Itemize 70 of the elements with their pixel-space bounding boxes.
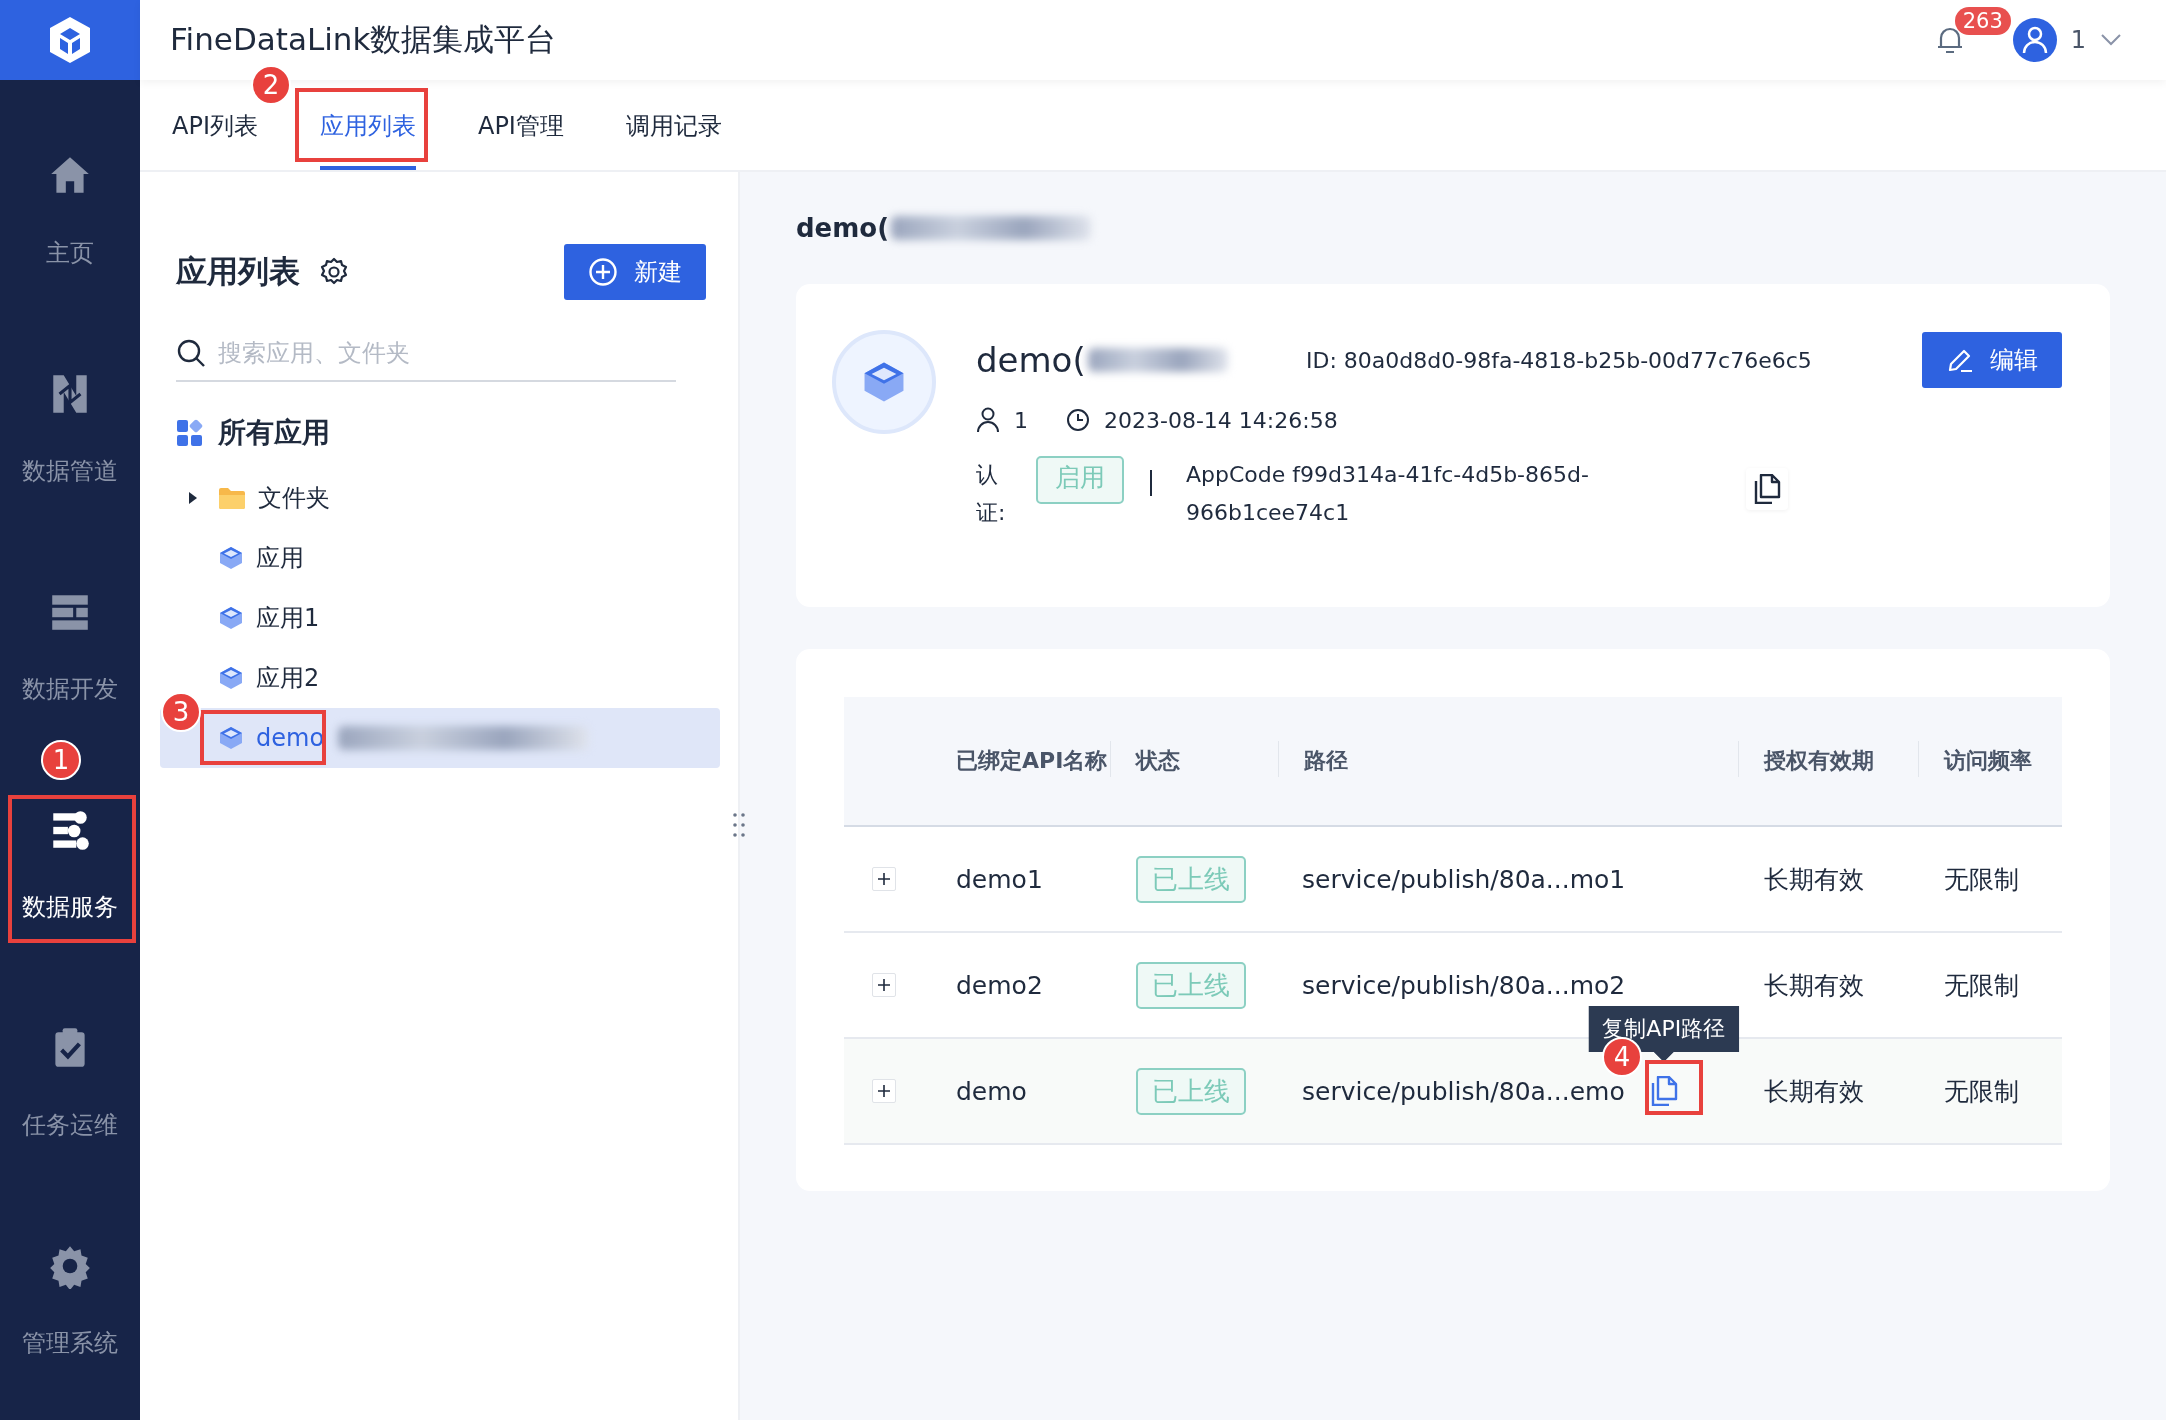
edit-button[interactable]: 编辑: [1922, 332, 2062, 388]
table-cell-text: 长期有效: [1764, 863, 1864, 896]
chevron-down-icon[interactable]: [2100, 33, 2122, 47]
cube-icon: [218, 545, 244, 571]
tree-item[interactable]: 应用1: [160, 588, 720, 648]
page-heading: demo(: [796, 213, 890, 243]
status-tag: 已上线: [1136, 1067, 1246, 1115]
created-time: 2023-08-14 14:26:58: [1104, 407, 1338, 433]
panel-title: 应用列表: [176, 252, 300, 291]
table-cell-text: 无限制: [1944, 1075, 2019, 1108]
expand-button[interactable]: [872, 973, 896, 997]
resize-handle-icon[interactable]: [732, 812, 746, 838]
user-avatar[interactable]: [2012, 18, 2057, 62]
tree-root-label: 所有应用: [218, 415, 330, 451]
user-name[interactable]: 1: [2070, 26, 2086, 54]
nav-item[interactable]: 数据服务: [0, 807, 140, 921]
table-cell-text: 无限制: [1944, 863, 2019, 896]
plus-icon: [877, 1084, 891, 1098]
cube-icon: [218, 605, 244, 631]
tab[interactable]: API管理: [477, 108, 564, 170]
new-button[interactable]: 新建: [564, 244, 706, 300]
column-header: 路径: [1304, 747, 1348, 775]
bell-icon[interactable]: [1936, 25, 1963, 55]
nav-item[interactable]: 数据管道: [0, 371, 140, 485]
nav-item[interactable]: 数据开发: [0, 589, 140, 703]
plus-icon: [877, 978, 891, 992]
app-code: AppCode f99d314a-41fc-4d5b-865d-966b1cee74c1: [1186, 461, 1590, 527]
plus-circle-icon: [588, 257, 618, 287]
cube-icon: [218, 725, 244, 751]
table-cell: demo: [956, 1076, 1027, 1106]
table-cell: service/publish/80a...emo: [1302, 1076, 1625, 1106]
cube-icon: [218, 665, 244, 691]
user-icon: [976, 407, 1000, 433]
search-field[interactable]: 搜索应用、文件夹: [216, 338, 676, 368]
nav-item[interactable]: 任务运维: [0, 1025, 140, 1139]
tab[interactable]: 调用记录: [625, 108, 722, 170]
status-tag: 启用: [1036, 456, 1124, 504]
nav-item[interactable]: 管理系统: [0, 1243, 140, 1357]
table-cell: demo1: [956, 864, 1043, 894]
app-name: demo(: [976, 340, 1086, 380]
column-header: 授权有效期: [1764, 747, 1874, 775]
expand-button[interactable]: [872, 1079, 896, 1103]
app-title: FineDataLink数据集成平台: [170, 20, 558, 59]
nav-item[interactable]: 主页: [0, 153, 140, 267]
plus-icon: [877, 872, 891, 886]
expand-button[interactable]: [872, 867, 896, 891]
column-header: 已绑定API名称: [956, 747, 1108, 775]
tab[interactable]: 应用列表: [319, 108, 416, 170]
search-icon: [176, 338, 206, 368]
table-cell: demo2: [956, 970, 1043, 1000]
app-id: ID: 80a0d8d0-98fa-4818-b25b-00d77c76e6c5: [1306, 347, 1812, 373]
column-header: 状态: [1136, 747, 1180, 775]
tree-item[interactable]: 文件夹: [160, 468, 720, 528]
highlight-frame: [1645, 1060, 1703, 1115]
status-tag: 已上线: [1136, 961, 1246, 1009]
table-cell-text: 长期有效: [1764, 969, 1864, 1002]
table-cell-text: 长期有效: [1764, 1075, 1864, 1108]
notification-badge: 263: [1954, 7, 2011, 35]
tab[interactable]: API列表: [172, 108, 258, 170]
table-cell-text: 无限制: [1944, 969, 2019, 1002]
table-cell: service/publish/80a...mo1: [1302, 864, 1626, 894]
status-tag: 已上线: [1136, 855, 1246, 903]
auth-label: 认证:: [976, 461, 1007, 527]
column-header: 访问频率: [1944, 747, 2032, 775]
table-cell: service/publish/80a...mo2: [1302, 970, 1626, 1000]
folder-icon: [218, 486, 246, 510]
owner-count: 1: [1014, 407, 1028, 433]
tree-item[interactable]: 应用: [160, 528, 720, 588]
clock-icon: [1066, 408, 1090, 432]
grid-icon: [176, 419, 204, 447]
